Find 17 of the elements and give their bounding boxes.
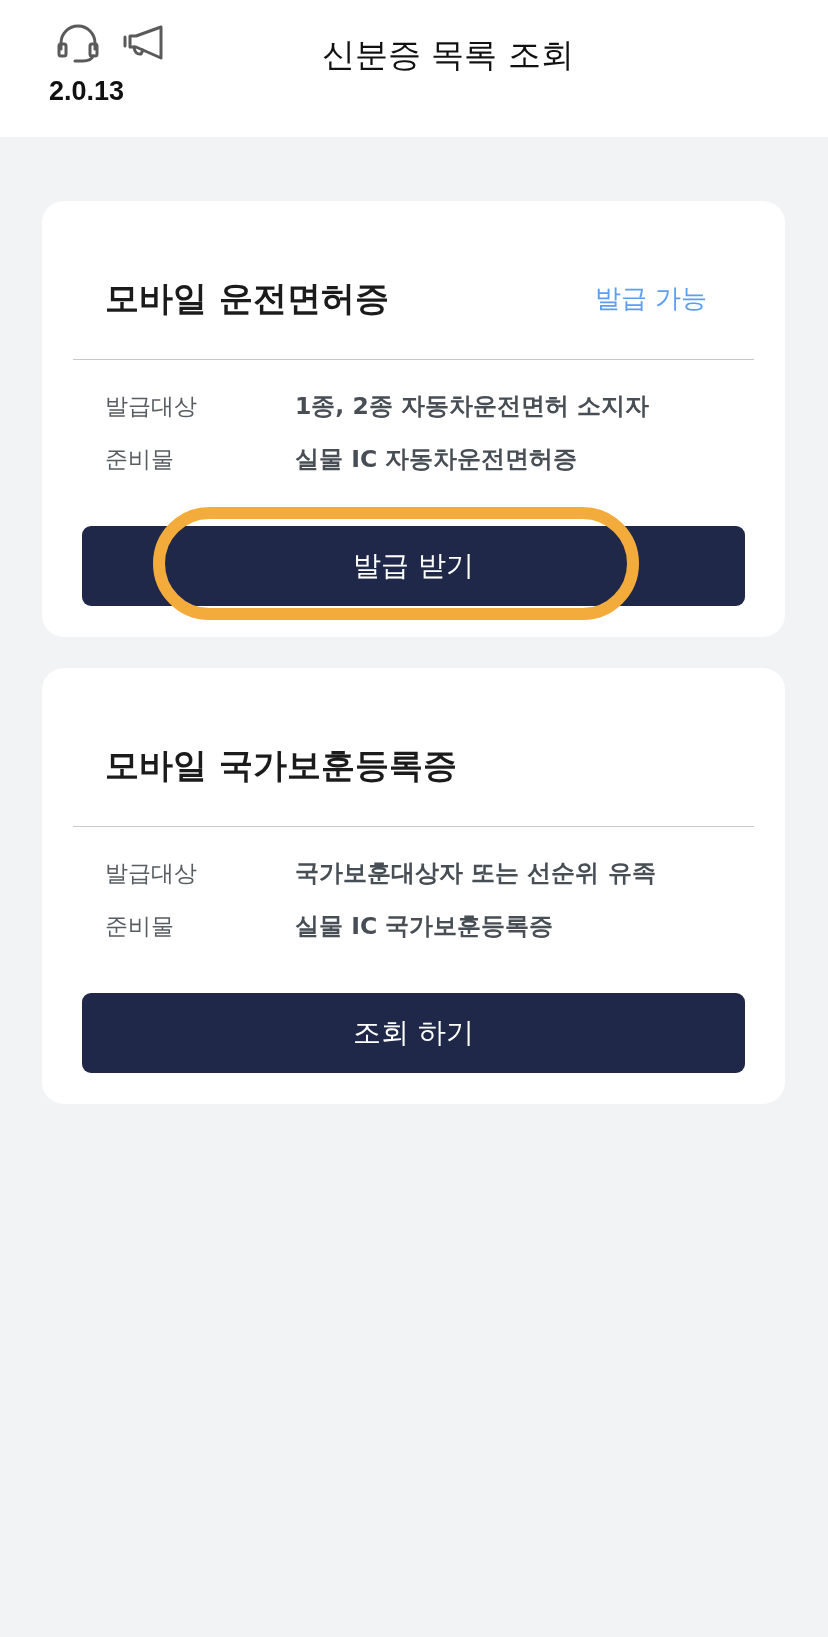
card-title: 모바일 운전면허증	[105, 277, 389, 320]
action-button[interactable]: 발급 받기	[82, 526, 745, 606]
detail-label: 준비물	[105, 912, 175, 941]
detail-value: 실물 IC 자동차운전면허증	[295, 444, 578, 475]
card-title: 모바일 국가보훈등록증	[105, 744, 457, 787]
status-label: 발급 가능	[594, 282, 707, 315]
detail-value: 실물 IC 국가보훈등록증	[295, 911, 554, 942]
detail-label: 발급대상	[105, 392, 198, 421]
megaphone-icon[interactable]	[123, 25, 164, 61]
detail-label: 발급대상	[105, 859, 198, 888]
action-button[interactable]: 조회 하기	[82, 993, 745, 1073]
version-text: 2.0.13	[49, 76, 125, 106]
detail-value: 1종, 2종 자동차운전면허 소지자	[295, 391, 650, 422]
detail-value: 국가보훈대상자 또는 선순위 유족	[295, 858, 656, 889]
headset-icon[interactable]	[57, 23, 99, 63]
page-title: 신분증 목록 조회	[322, 34, 574, 76]
detail-label: 준비물	[105, 445, 175, 474]
